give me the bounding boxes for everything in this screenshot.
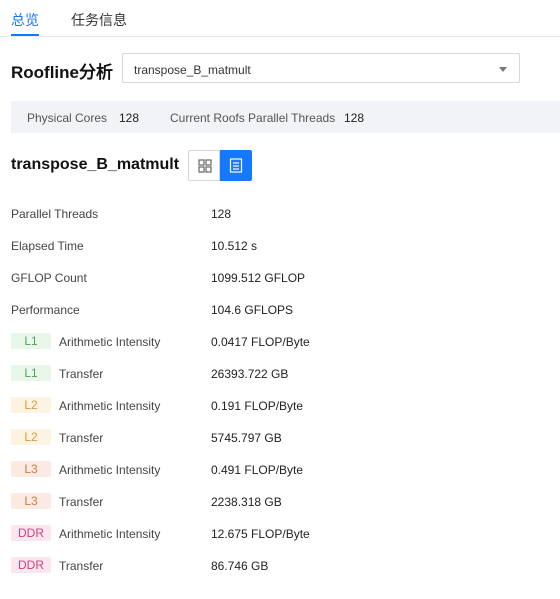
cache-level-badge: L3 — [11, 493, 51, 509]
list-view-icon — [229, 158, 243, 173]
tab-task-info[interactable]: 任务信息 — [71, 10, 127, 30]
cache-row-l1-intensity: L1 Arithmetic Intensity 0.0417 FLOP/Byte — [0, 332, 560, 352]
list-view-button[interactable] — [220, 150, 252, 181]
function-select-value: transpose_B_matmult — [134, 63, 251, 77]
metric-row-elapsed-time: Elapsed Time 10.512 s — [0, 236, 560, 256]
roofline-title: Roofline分析 — [11, 63, 113, 82]
cache-level-badge: L1 — [11, 333, 51, 349]
cache-level-badge: DDR — [11, 557, 51, 573]
metric-label: Transfer — [59, 495, 104, 509]
metric-label: Arithmetic Intensity — [59, 335, 161, 349]
metric-label: GFLOP Count — [11, 271, 87, 285]
metric-label: Transfer — [59, 367, 104, 381]
section-title: transpose_B_matmult — [11, 156, 180, 173]
tab-overview[interactable]: 总览 — [11, 10, 39, 30]
metric-value: 0.191 FLOP/Byte — [211, 399, 304, 413]
metric-label: Performance — [11, 303, 80, 317]
cache-row-ddr-transfer: DDR Transfer 86.746 GB — [0, 556, 560, 576]
metric-label: Transfer — [59, 559, 104, 573]
tab-bar: 总览 任务信息 — [0, 0, 560, 37]
metric-label: Parallel Threads — [11, 207, 99, 221]
metric-value: 26393.722 GB — [211, 367, 289, 381]
metric-label: Arithmetic Intensity — [59, 399, 161, 413]
metric-value: 12.675 FLOP/Byte — [211, 527, 310, 541]
metric-value: 2238.318 GB — [211, 495, 282, 509]
grid-view-icon — [198, 159, 212, 173]
cache-level-badge: L2 — [11, 429, 51, 445]
metric-value: 0.491 FLOP/Byte — [211, 463, 304, 477]
cache-level-badge: L1 — [11, 365, 51, 381]
chevron-down-icon — [499, 67, 507, 72]
metric-value: 128 — [211, 207, 232, 221]
metric-row-parallel-threads: Parallel Threads 128 — [0, 204, 560, 224]
cache-row-l1-transfer: L1 Transfer 26393.722 GB — [0, 364, 560, 384]
metric-value: 104.6 GFLOPS — [211, 303, 294, 317]
metric-label: Elapsed Time — [11, 239, 84, 253]
function-select[interactable]: transpose_B_matmult — [122, 53, 520, 83]
parallel-threads-value: 128 — [344, 111, 365, 125]
cache-row-l2-transfer: L2 Transfer 5745.797 GB — [0, 428, 560, 448]
cache-row-ddr-intensity: DDR Arithmetic Intensity 12.675 FLOP/Byt… — [0, 524, 560, 544]
metric-value: 5745.797 GB — [211, 431, 282, 445]
metric-value: 86.746 GB — [211, 559, 269, 573]
active-tab-indicator — [11, 34, 39, 36]
metric-label: Transfer — [59, 431, 104, 445]
grid-view-button[interactable] — [188, 150, 220, 181]
metric-row-gflop-count: GFLOP Count 1099.512 GFLOP — [0, 268, 560, 288]
metric-row-performance: Performance 104.6 GFLOPS — [0, 300, 560, 320]
cache-row-l3-intensity: L3 Arithmetic Intensity 0.491 FLOP/Byte — [0, 460, 560, 480]
info-bar: Physical Cores 128 Current Roofs Paralle… — [11, 101, 560, 133]
metric-value: 0.0417 FLOP/Byte — [211, 335, 310, 349]
physical-cores-label: Physical Cores — [27, 111, 108, 125]
cache-level-badge: L3 — [11, 461, 51, 477]
metric-label: Arithmetic Intensity — [59, 527, 161, 541]
parallel-threads-label: Current Roofs Parallel Threads — [170, 111, 336, 125]
cache-row-l3-transfer: L3 Transfer 2238.318 GB — [0, 492, 560, 512]
metric-value: 1099.512 GFLOP — [211, 271, 306, 285]
metric-label: Arithmetic Intensity — [59, 463, 161, 477]
cache-level-badge: DDR — [11, 525, 51, 541]
metric-value: 10.512 s — [211, 239, 258, 253]
cache-row-l2-intensity: L2 Arithmetic Intensity 0.191 FLOP/Byte — [0, 396, 560, 416]
physical-cores-value: 128 — [119, 111, 140, 125]
cache-level-badge: L2 — [11, 397, 51, 413]
